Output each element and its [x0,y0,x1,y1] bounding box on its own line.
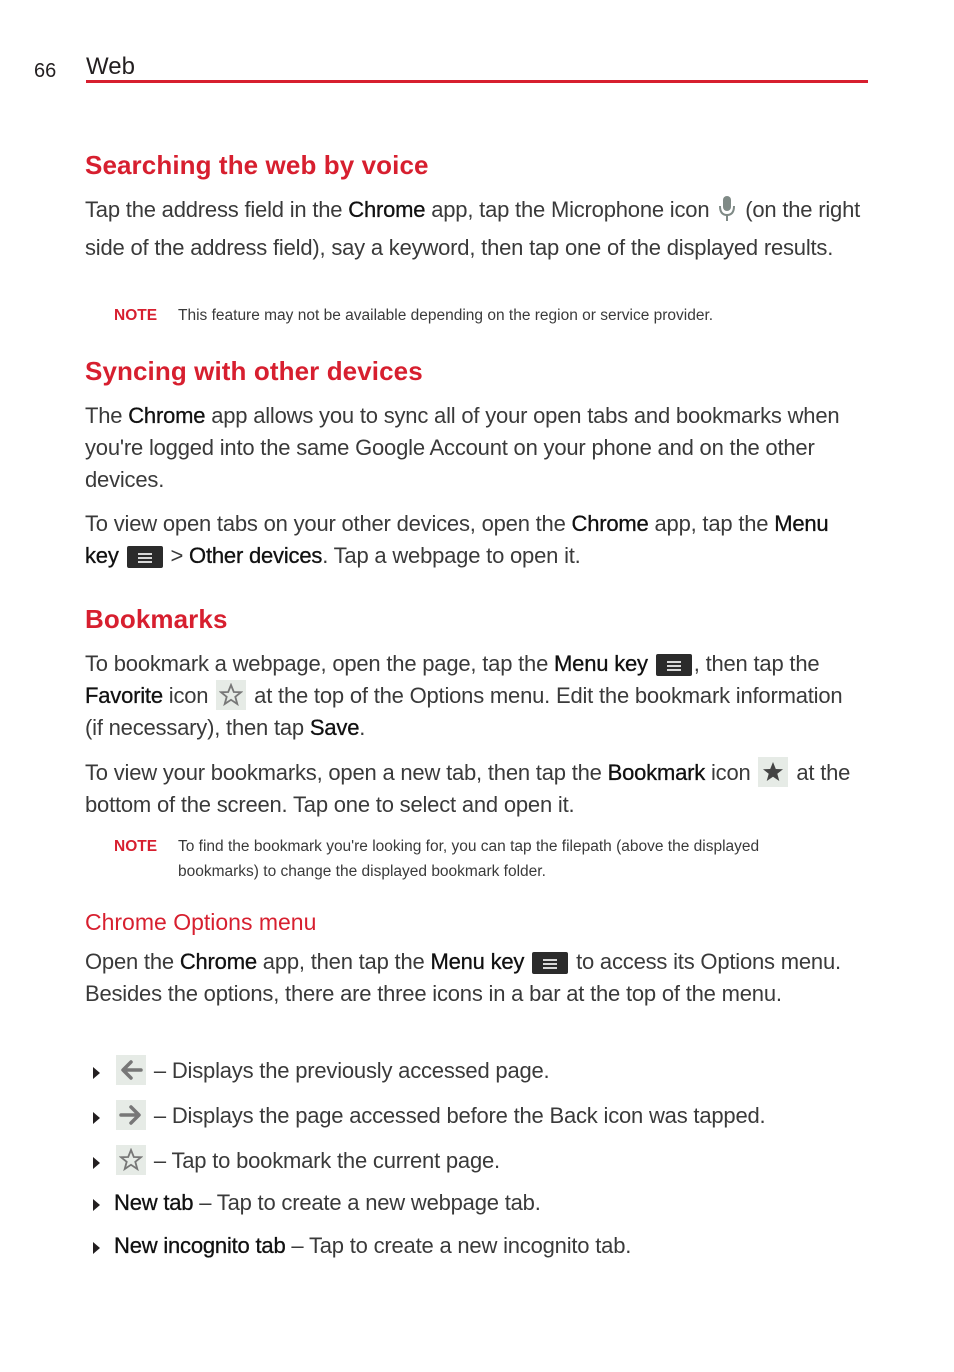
star-filled-icon [758,757,789,787]
bullet-triangle-icon [93,1157,100,1169]
star-outline-icon [216,680,247,710]
header-rule [86,80,868,83]
note-label: NOTE [114,307,158,324]
bookmarks-paragraph-2: To view your bookmarks, open a new tab, … [85,757,860,821]
star-outline-icon [116,1145,146,1175]
list-item: – Displays the previously accessed page. [85,1055,550,1087]
back-arrow-icon [116,1055,146,1085]
options-paragraph: Open the Chrome app, then tap the Menu k… [85,949,841,1006]
note-voice: NOTE This feature may not be available d… [114,303,804,328]
section-title-bookmarks: Bookmarks [85,604,228,634]
list-item: – Tap to bookmark the current page. [85,1145,500,1177]
list-item: – Displays the page accessed before the … [85,1100,766,1132]
menu-key-icon [532,952,569,974]
voice-paragraph: Tap the address field in the Chrome app,… [85,195,861,260]
bullet-triangle-icon [93,1199,100,1211]
chrome-app-term: Chrome [348,197,426,222]
forward-arrow-icon [116,1100,146,1130]
menu-key-icon [126,546,163,568]
running-head: Web [86,53,135,80]
sync-paragraph-1: The Chrome app allows you to sync all of… [85,403,840,492]
note-label: NOTE [114,838,158,855]
bullet-triangle-icon [93,1112,100,1124]
sync-paragraph-2: To view open tabs on your other devices,… [85,511,829,568]
section-title-sync: Syncing with other devices [85,356,423,386]
microphone-icon [718,195,736,232]
list-item: New tab – Tap to create a new webpage ta… [85,1187,541,1219]
bookmarks-paragraph-1: To bookmark a webpage, open the page, ta… [85,651,843,740]
bullet-triangle-icon [93,1242,100,1254]
bullet-triangle-icon [93,1067,100,1079]
section-title-voice: Searching the web by voice [85,150,429,180]
list-item: New incognito tab – Tap to create a new … [85,1230,631,1262]
menu-key-icon [655,654,692,676]
page-number: 66 [34,60,57,82]
subsection-title-options: Chrome Options menu [85,909,317,935]
note-bookmarks: NOTE To find the bookmark you're looking… [114,834,804,884]
